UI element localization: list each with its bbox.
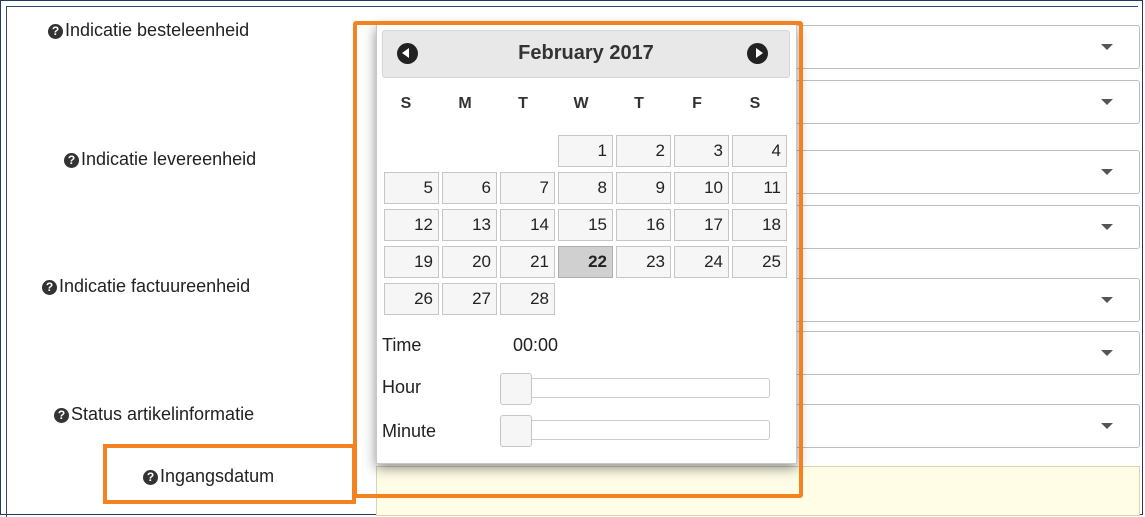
label-indicatie-besteleenheid: ? Indicatie besteleenheid bbox=[48, 20, 249, 41]
label-indicatie-levereenheid: ? Indicatie levereenheid bbox=[64, 149, 256, 170]
label-status-artikelinformatie: ? Status artikelinformatie bbox=[54, 404, 254, 425]
highlight-box-ingangsdatum bbox=[103, 444, 356, 504]
help-icon[interactable]: ? bbox=[54, 408, 69, 423]
highlight-box-datepicker bbox=[353, 21, 803, 498]
chevron-down-icon bbox=[1101, 44, 1113, 50]
help-icon[interactable]: ? bbox=[64, 153, 79, 168]
chevron-down-icon bbox=[1101, 423, 1113, 429]
chevron-down-icon bbox=[1101, 297, 1113, 303]
chevron-down-icon bbox=[1101, 99, 1113, 105]
chevron-down-icon bbox=[1101, 169, 1113, 175]
help-icon[interactable]: ? bbox=[42, 280, 57, 295]
chevron-down-icon bbox=[1101, 350, 1113, 356]
help-icon[interactable]: ? bbox=[48, 24, 63, 39]
chevron-down-icon bbox=[1101, 224, 1113, 230]
label-indicatie-factuureenheid: ? Indicatie factuureenheid bbox=[42, 276, 250, 297]
